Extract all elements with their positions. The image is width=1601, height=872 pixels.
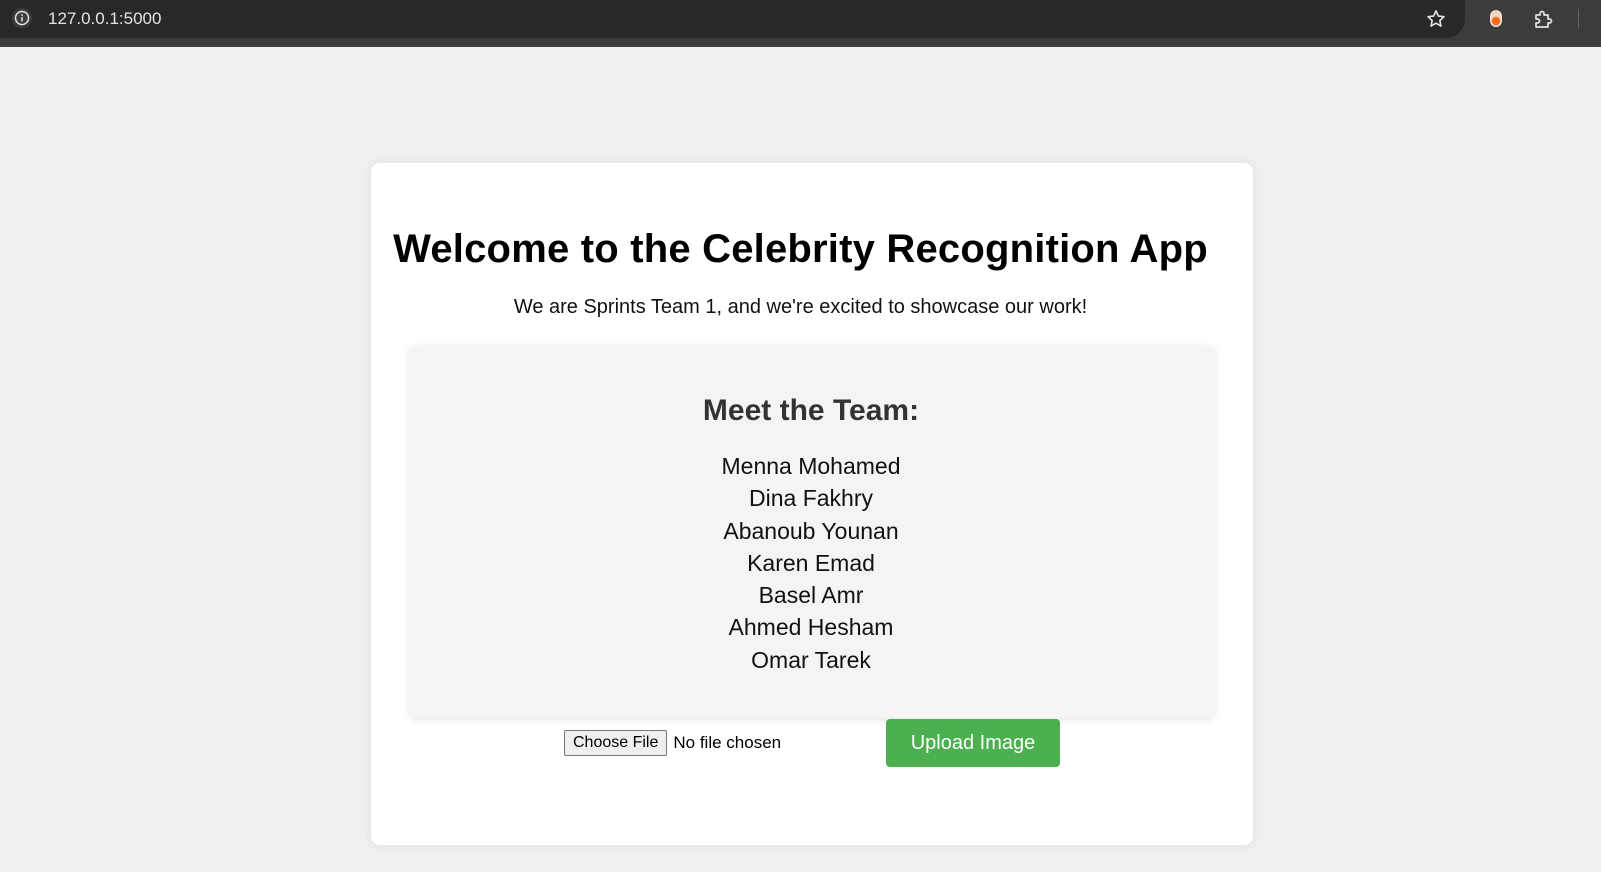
toolbar-divider [1578,9,1579,28]
team-list: Menna Mohamed Dina Fakhry Abanoub Younan… [0,450,1601,676]
team-member: Omar Tarek [751,646,871,673]
team-heading: Meet the Team: [702,394,920,427]
team-member: Abanoub Younan [723,517,899,544]
team-member: Ahmed Hesham [728,614,894,641]
extension-icon[interactable] [1489,9,1503,28]
page-subtitle: We are Sprints Team 1, and we're excited… [513,296,1088,318]
file-status-text: No file chosen [673,733,782,752]
team-member: Dina Fakhry [749,485,873,512]
team-member: Basel Amr [758,582,864,609]
upload-image-button[interactable]: Upload Image [886,719,1060,767]
info-icon[interactable] [12,8,32,28]
url-text[interactable]: 127.0.0.1:5000 [48,9,161,29]
address-bar[interactable]: 127.0.0.1:5000 [0,0,1465,38]
team-member: Menna Mohamed [721,453,901,479]
choose-file-button[interactable]: Choose File [564,730,668,756]
file-input[interactable]: Choose File No file chosen [564,730,781,756]
bookmark-star-icon[interactable] [1425,8,1447,30]
team-member: Karen Emad [747,549,875,576]
page-title: Welcome to the Celebrity Recognition App [393,227,1208,271]
browser-toolbar: 127.0.0.1:5000 [0,0,1601,47]
puzzle-icon[interactable] [1532,7,1556,31]
